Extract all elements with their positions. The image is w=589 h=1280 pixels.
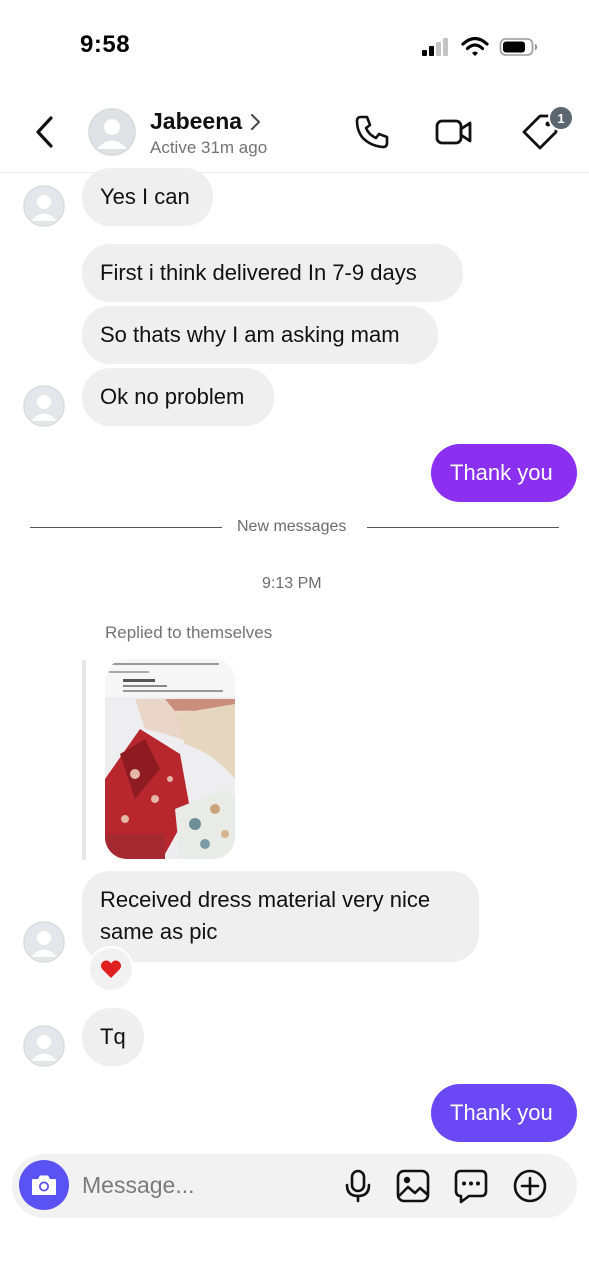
- sender-avatar[interactable]: [23, 185, 65, 227]
- new-messages-label: New messages: [237, 518, 347, 535]
- message-input[interactable]: Message...: [82, 1172, 195, 1199]
- status-icons: [421, 36, 539, 58]
- phone-icon[interactable]: [352, 112, 392, 152]
- message-text-line: same as pic: [100, 919, 218, 944]
- notification-badge: 1: [548, 105, 574, 131]
- shared-photo[interactable]: [105, 659, 235, 859]
- message-bubble[interactable]: Ok no problem: [82, 368, 274, 426]
- heart-reaction[interactable]: [88, 946, 134, 992]
- reply-quote-bar: [82, 660, 86, 860]
- wifi-icon: [461, 36, 489, 56]
- my-message-bubble[interactable]: Thank you: [431, 1084, 577, 1142]
- contact-status: Active 31m ago: [150, 138, 268, 157]
- message-timestamp: 9:13 PM: [262, 575, 322, 592]
- message-composer: Message...: [12, 1154, 577, 1218]
- message-bubble[interactable]: Received dress material very nice same a…: [82, 871, 479, 962]
- contact-name-text: Jabeena: [150, 108, 243, 134]
- chevron-right-icon: [251, 113, 261, 130]
- back-arrow-icon[interactable]: [30, 114, 62, 150]
- reply-context-label: Replied to themselves: [105, 623, 273, 642]
- sender-avatar[interactable]: [23, 1025, 65, 1067]
- microphone-icon[interactable]: [340, 1168, 376, 1204]
- message-bubble[interactable]: Yes I can: [82, 168, 213, 226]
- message-bubble[interactable]: So thats why I am asking mam: [82, 306, 438, 364]
- my-message-bubble[interactable]: Thank you: [431, 444, 577, 502]
- divider-line: [30, 527, 222, 528]
- message-bubble[interactable]: First i think delivered In 7-9 days: [82, 244, 463, 302]
- contact-avatar[interactable]: [88, 108, 136, 156]
- sticker-icon[interactable]: [453, 1168, 489, 1204]
- battery-icon: [499, 38, 538, 56]
- message-text-line: Received dress material very nice: [100, 887, 431, 912]
- divider-line: [367, 527, 559, 528]
- heart-icon: [100, 960, 122, 978]
- camera-icon: [32, 1175, 56, 1195]
- gallery-icon[interactable]: [395, 1168, 431, 1204]
- message-bubble[interactable]: Tq: [82, 1008, 144, 1066]
- status-time: 9:58: [80, 31, 131, 58]
- sender-avatar[interactable]: [23, 385, 65, 427]
- video-camera-icon[interactable]: [434, 112, 474, 152]
- add-icon[interactable]: [512, 1168, 548, 1204]
- camera-button[interactable]: [19, 1160, 69, 1210]
- sender-avatar[interactable]: [23, 921, 65, 963]
- signal-icon: [422, 38, 448, 56]
- chat-header: Jabeena Active 31m ago 1: [0, 100, 589, 173]
- contact-name[interactable]: Jabeena: [150, 108, 262, 135]
